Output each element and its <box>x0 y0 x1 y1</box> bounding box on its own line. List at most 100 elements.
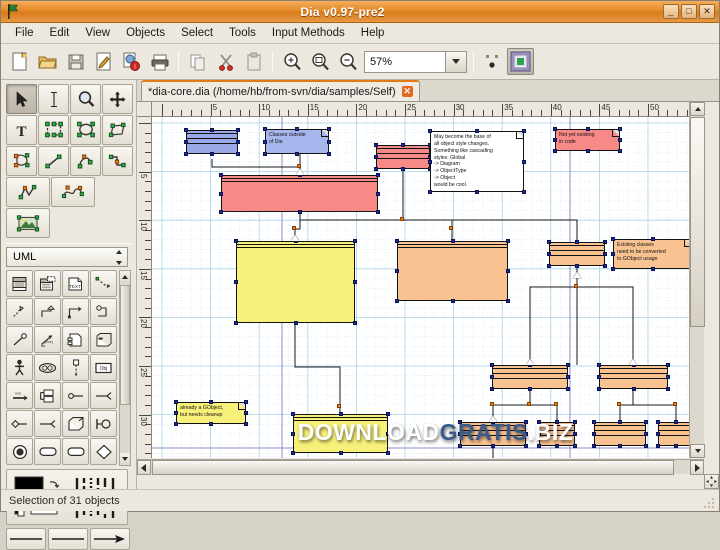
selection-handle[interactable] <box>632 387 636 391</box>
connection-handle[interactable] <box>673 402 677 406</box>
selection-handle[interactable] <box>386 432 390 436</box>
selection-handle[interactable] <box>618 138 622 142</box>
selection-handle[interactable] <box>263 127 267 131</box>
menu-file[interactable]: File <box>7 25 42 41</box>
menu-input-methods[interactable]: Input Methods <box>264 25 353 41</box>
selection-handle[interactable] <box>524 444 528 448</box>
tool-magnify[interactable] <box>70 84 101 114</box>
menu-tools[interactable]: Tools <box>221 25 264 41</box>
sheet-scroll-down-icon[interactable] <box>120 453 130 465</box>
sheet-3d-box-icon[interactable] <box>62 410 89 437</box>
sheet-actor-icon[interactable] <box>6 354 33 381</box>
maximize-button[interactable]: □ <box>681 4 697 19</box>
menu-select[interactable]: Select <box>173 25 221 41</box>
selection-handle[interactable] <box>592 420 596 424</box>
sheet-realizes-icon[interactable] <box>6 298 33 325</box>
vertical-scroll-thumb[interactable] <box>690 117 705 327</box>
sheet-small-package-icon[interactable] <box>6 326 33 353</box>
selection-handle[interactable] <box>592 444 596 448</box>
selection-handle[interactable] <box>592 432 596 436</box>
tool-image[interactable] <box>6 208 50 238</box>
selection-handle[interactable] <box>603 240 607 244</box>
selection-handle[interactable] <box>401 167 405 171</box>
clipboard-icon[interactable] <box>240 48 267 75</box>
selection-handle[interactable] <box>644 420 648 424</box>
sheet-usecase-icon[interactable] <box>34 354 61 381</box>
selection-handle[interactable] <box>236 152 240 156</box>
selection-handle[interactable] <box>547 264 551 268</box>
selection-handle[interactable] <box>618 149 622 153</box>
selection-handle[interactable] <box>236 140 240 144</box>
selection-handle[interactable] <box>656 444 660 448</box>
uml-class-Custom[interactable] <box>594 422 646 446</box>
selection-handle[interactable] <box>458 420 462 424</box>
selection-handle[interactable] <box>219 210 223 214</box>
selection-handle[interactable] <box>353 239 357 243</box>
selection-handle[interactable] <box>597 387 601 391</box>
selection-handle[interactable] <box>490 363 494 367</box>
selection-handle[interactable] <box>555 420 559 424</box>
selection-handle[interactable] <box>174 422 178 426</box>
selection-handle[interactable] <box>566 375 570 379</box>
connection-handle[interactable] <box>337 404 341 408</box>
selection-handle[interactable] <box>244 422 248 426</box>
selection-handle[interactable] <box>401 143 405 147</box>
selection-handle[interactable] <box>537 420 541 424</box>
uml-class-DiaOrthConn[interactable] <box>460 422 526 446</box>
connection-handle[interactable] <box>554 402 558 406</box>
snap-grid-icon[interactable] <box>479 48 506 75</box>
selection-handle[interactable] <box>395 239 399 243</box>
selection-handle[interactable] <box>553 149 557 153</box>
connection-handle[interactable] <box>527 402 531 406</box>
selection-handle[interactable] <box>295 152 299 156</box>
sheet-lifeline-icon[interactable] <box>62 354 89 381</box>
selection-handle[interactable] <box>327 152 331 156</box>
selection-handle[interactable] <box>291 432 295 436</box>
selection-handle[interactable] <box>339 451 343 455</box>
selection-handle[interactable] <box>184 128 188 132</box>
menu-help[interactable]: Help <box>353 25 393 41</box>
tool-polygon[interactable] <box>102 115 133 145</box>
sheet-dependency-icon[interactable] <box>90 270 117 297</box>
selection-handle[interactable] <box>263 140 267 144</box>
selection-handle[interactable] <box>291 451 295 455</box>
sheet-directed-association-icon[interactable] <box>34 410 61 437</box>
selection-handle[interactable] <box>522 129 526 133</box>
sheet-scroll-up-icon[interactable] <box>120 271 130 283</box>
selection-handle[interactable] <box>506 299 510 303</box>
export-icon[interactable]: ! <box>118 48 145 75</box>
zoom-dropdown-arrow[interactable] <box>445 51 467 73</box>
selection-handle[interactable] <box>184 140 188 144</box>
solid-line-icon[interactable] <box>6 528 46 550</box>
selection-handle[interactable] <box>374 143 378 147</box>
note-classes-outside-dia[interactable]: Classes outside of Dia <box>265 129 329 154</box>
selection-handle[interactable] <box>234 280 238 284</box>
selection-handle[interactable] <box>491 444 495 448</box>
scissors-icon[interactable] <box>212 48 239 75</box>
zoom-out-icon[interactable] <box>334 48 361 75</box>
tool-bezier-line[interactable] <box>51 177 95 207</box>
selection-handle[interactable] <box>586 149 590 153</box>
sheet-branch-icon[interactable] <box>34 382 61 409</box>
selection-handle[interactable] <box>353 280 357 284</box>
selection-handle[interactable] <box>490 375 494 379</box>
selection-handle[interactable] <box>611 252 615 256</box>
selection-handle[interactable] <box>666 363 670 367</box>
tool-text-edit[interactable] <box>38 84 69 114</box>
selection-handle[interactable] <box>428 190 432 194</box>
selection-handle[interactable] <box>327 127 331 131</box>
sheet-note-icon[interactable]: TEXT <box>62 270 89 297</box>
connection-handle[interactable] <box>449 226 453 230</box>
selection-handle[interactable] <box>573 444 577 448</box>
sheet-component-icon[interactable] <box>62 326 89 353</box>
tab-dia-core[interactable]: *dia-core.dia (/home/hb/from-svn/dia/sam… <box>141 80 420 101</box>
selection-handle[interactable] <box>644 432 648 436</box>
resize-grip-icon[interactable] <box>702 494 716 508</box>
menu-view[interactable]: View <box>77 25 118 41</box>
selection-handle[interactable] <box>666 387 670 391</box>
sheet-composition-icon[interactable] <box>6 410 33 437</box>
selection-handle[interactable] <box>611 267 615 271</box>
selection-handle[interactable] <box>553 138 557 142</box>
selection-handle[interactable] <box>353 321 357 325</box>
selection-handle[interactable] <box>618 420 622 424</box>
